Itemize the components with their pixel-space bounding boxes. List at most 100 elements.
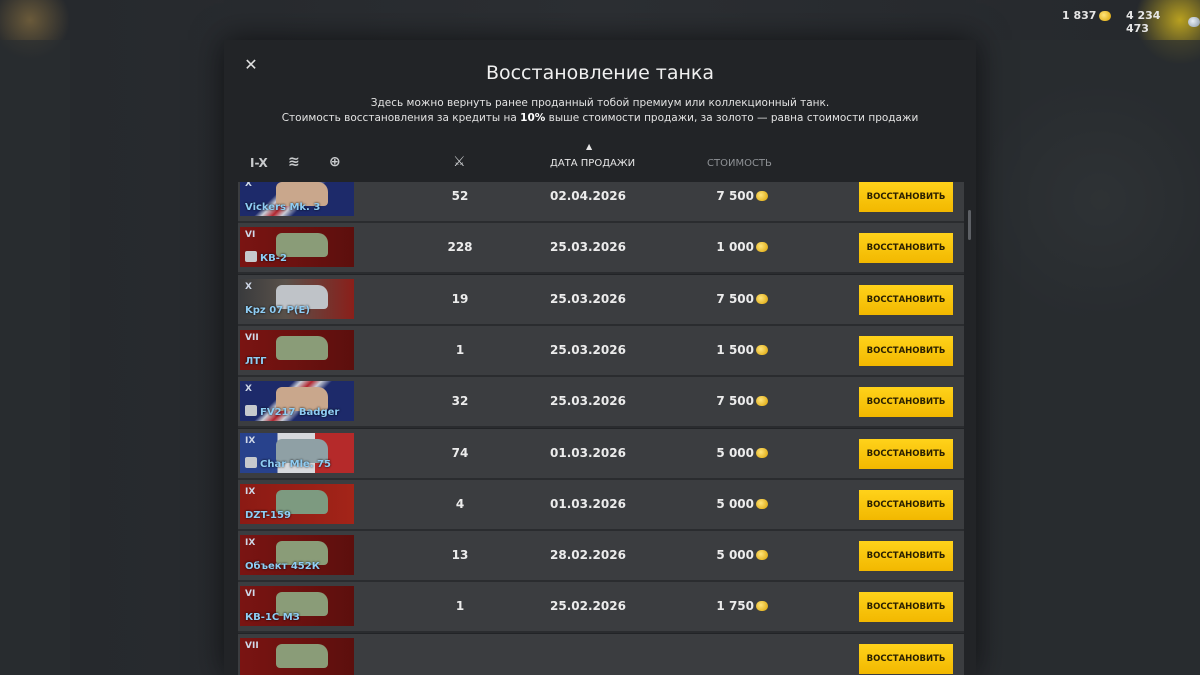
restore-cost: 1 000 <box>678 240 768 254</box>
restore-button[interactable]: ВОССТАНОВИТЬ <box>859 489 953 520</box>
restore-button[interactable]: ВОССТАНОВИТЬ <box>859 643 953 674</box>
restore-button[interactable]: ВОССТАНОВИТЬ <box>859 284 953 315</box>
sale-date: 01.03.2026 <box>550 496 626 511</box>
tank-name-text: Объект 452К <box>245 561 320 573</box>
restore-cost: 7 500 <box>678 292 768 306</box>
restore-button[interactable]: ВОССТАНОВИТЬ <box>859 182 953 212</box>
premium-icon <box>245 405 257 417</box>
description-line-1: Здесь можно вернуть ранее проданный тобо… <box>370 97 830 109</box>
tank-name-text: КВ-2 <box>260 253 287 265</box>
restore-button[interactable]: ВОССТАНОВИТЬ <box>859 335 953 366</box>
tank-thumbnail: VII <box>240 637 354 675</box>
gold-coin-icon <box>756 601 768 612</box>
gold-coin-icon <box>756 550 768 561</box>
restore-cost: 7 500 <box>678 189 768 203</box>
silver-amount: 4 234 473 <box>1126 9 1161 35</box>
table-row: X Vickers Mk. 3 52 02.04.2026 7 500 ВОСС… <box>238 182 964 223</box>
tank-thumbnail: X Vickers Mk. 3 <box>240 182 354 216</box>
restore-cost: 1 750 <box>678 599 768 613</box>
gold-coin-icon <box>756 242 768 253</box>
description-text: Стоимость восстановления за кредиты на <box>281 112 521 124</box>
cost-value: 7 500 <box>716 291 754 306</box>
tank-tier: VII <box>245 332 259 343</box>
restore-tank-dialog: ✕ Восстановление танка Здесь можно верну… <box>224 40 976 675</box>
description-line-2: Стоимость восстановления за кредиты на 1… <box>224 111 976 126</box>
battles-count: 1 <box>455 599 465 614</box>
cost-value: 5 000 <box>716 548 754 563</box>
cost-value: 1 500 <box>716 342 754 357</box>
cost-value: 7 500 <box>716 394 754 409</box>
tank-name-text: FV217 Badger <box>260 407 340 419</box>
silver-balance: 4 234 473 <box>1126 9 1200 35</box>
cost-value: 5 000 <box>716 445 754 460</box>
tank-thumbnail: X Kpz 07 P(E) <box>240 278 354 319</box>
column-date-header[interactable]: ДАТА ПРОДАЖИ <box>550 158 635 169</box>
restore-button[interactable]: ВОССТАНОВИТЬ <box>859 592 953 623</box>
sale-date: 01.03.2026 <box>550 445 626 460</box>
tank-thumbnail: VII ЛТГ <box>240 329 354 370</box>
scrollbar[interactable] <box>968 210 971 240</box>
tank-name: FV217 Badger <box>245 405 339 418</box>
sort-asc-icon: ▲ <box>586 142 593 151</box>
table-row: VI КВ-1С МЗ 1 25.02.2026 1 750 ВОССТАНОВ… <box>238 582 964 634</box>
gold-coin-icon <box>756 293 768 304</box>
restore-button[interactable]: ВОССТАНОВИТЬ <box>859 438 953 469</box>
nation-globe-icon[interactable]: ⊕ <box>329 154 341 170</box>
tank-name: КВ-1С МЗ <box>245 612 300 623</box>
gold-coin-icon <box>756 396 768 407</box>
tank-name: Vickers Mk. 3 <box>245 202 320 213</box>
restore-button[interactable]: ВОССТАНОВИТЬ <box>859 233 953 264</box>
cost-value: 7 500 <box>716 189 754 203</box>
table-row: IX DZT-159 4 01.03.2026 5 000 ВОССТАНОВИ… <box>238 479 964 531</box>
table-row: X Kpz 07 P(E) 19 25.03.2026 7 500 ВОССТА… <box>238 274 964 326</box>
background-left-panel <box>0 40 70 675</box>
tank-name-text: Vickers Mk. 3 <box>245 202 321 213</box>
table-row: IX Объект 452К 13 28.02.2026 5 000 ВОССТ… <box>238 531 964 583</box>
tank-name-text: Kpz 07 P(E) <box>245 304 310 316</box>
sale-date: 25.03.2026 <box>550 291 626 306</box>
battles-count: 4 <box>455 496 465 511</box>
tank-tier: VII <box>245 640 259 651</box>
sale-date: 28.02.2026 <box>550 548 626 563</box>
cost-value: 5 000 <box>716 496 754 511</box>
sold-tanks-list: X Vickers Mk. 3 52 02.04.2026 7 500 ВОСС… <box>238 182 964 675</box>
gold-coin-icon <box>756 447 768 458</box>
battles-count: 13 <box>451 548 469 563</box>
tank-image <box>276 335 328 360</box>
battles-count: 228 <box>447 240 473 255</box>
table-row: VI КВ-2 228 25.03.2026 1 000 ВОССТАНОВИТ… <box>238 223 964 275</box>
restore-button[interactable]: ВОССТАНОВИТЬ <box>859 541 953 572</box>
restore-cost: 5 000 <box>678 446 768 460</box>
tank-tier: X <box>245 384 252 395</box>
dialog-title: Восстановление танка <box>485 62 715 84</box>
tank-name: Kpz 07 P(E) <box>245 305 310 316</box>
tank-thumbnail: IX Объект 452К <box>240 535 354 576</box>
cost-value: 1 750 <box>716 599 754 614</box>
tier-filter[interactable]: I-X <box>250 156 268 170</box>
tank-name: КВ-2 <box>245 251 287 264</box>
gold-coin-icon <box>756 344 768 355</box>
restore-cost: 7 500 <box>678 394 768 408</box>
cost-value: 1 000 <box>716 240 754 255</box>
type-filter-icon[interactable]: ≋ <box>288 154 300 170</box>
battles-count: 32 <box>451 394 469 409</box>
sale-date: 02.04.2026 <box>550 189 626 203</box>
tank-thumbnail: IX DZT-159 <box>240 483 354 524</box>
table-row: VII ЛТГ 1 25.03.2026 1 500 ВОССТАНОВИТЬ <box>238 325 964 377</box>
column-cost-header[interactable]: СТОИМОСТЬ <box>707 158 772 169</box>
tank-tier: IX <box>245 486 256 497</box>
premium-icon <box>245 251 257 263</box>
tank-tier: IX <box>245 538 256 549</box>
premium-icon <box>245 456 257 468</box>
battles-count: 19 <box>451 291 469 306</box>
column-headers: I-X ≋ ⊕ ⚔ ▲ ДАТА ПРОДАЖИ СТОИМОСТЬ <box>224 142 976 176</box>
tank-name-text: ЛТГ <box>245 355 267 367</box>
gold-coin-icon <box>756 498 768 509</box>
tank-thumbnail: X FV217 Badger <box>240 381 354 422</box>
table-row: IX Char Mle. 75 74 01.03.2026 5 000 ВОСС… <box>238 428 964 480</box>
battles-swords-icon[interactable]: ⚔ <box>453 154 466 170</box>
tank-name: DZT-159 <box>245 510 291 521</box>
restore-cost: 5 000 <box>678 548 768 562</box>
restore-button[interactable]: ВОССТАНОВИТЬ <box>859 387 953 418</box>
restore-cost: 1 500 <box>678 343 768 357</box>
